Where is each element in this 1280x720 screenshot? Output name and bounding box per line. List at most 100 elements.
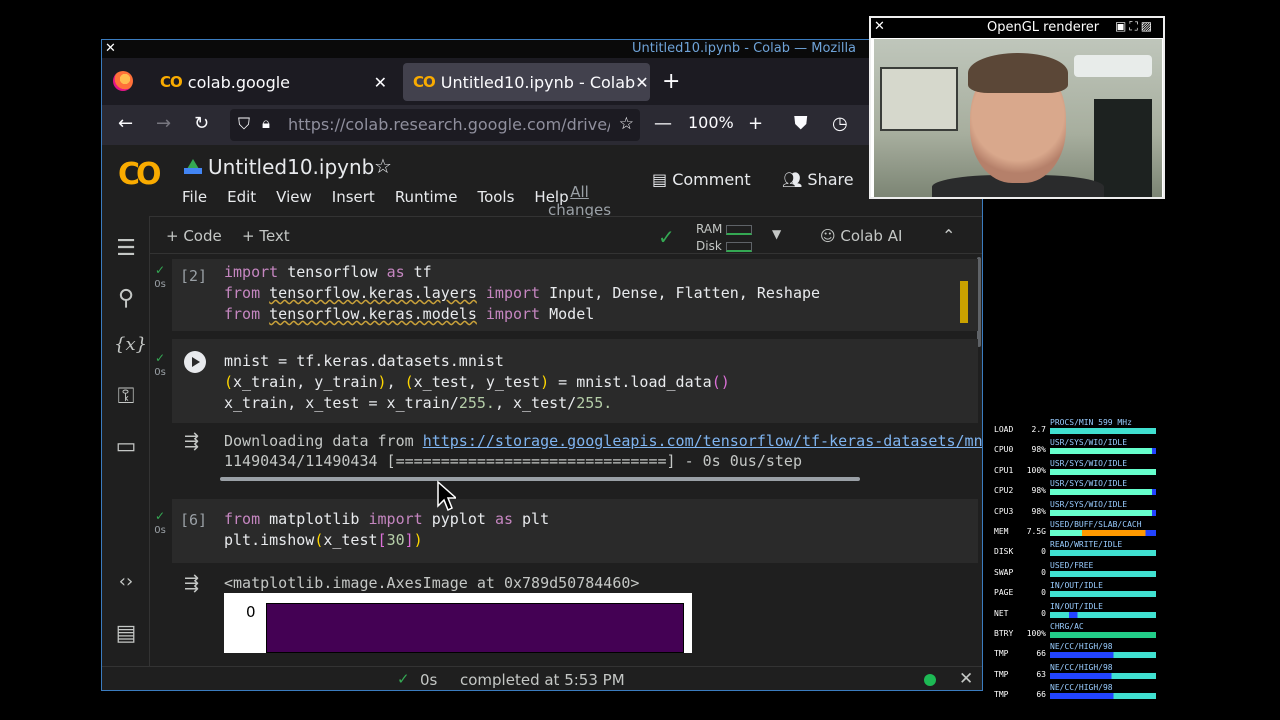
monitor-bar <box>1050 652 1156 659</box>
code-editor[interactable]: mnist = tf.keras.datasets.mnist (x_train… <box>224 351 730 414</box>
code-editor[interactable]: import tensorflow as tf from tensorflow.… <box>224 262 820 325</box>
air-conditioner <box>1074 55 1152 77</box>
monitor-bar <box>1050 489 1156 496</box>
comment-button[interactable]: ▤ Comment <box>652 170 751 189</box>
code-cell[interactable]: ✓ 0s mnist = tf.keras.datasets.mnist (x_… <box>154 339 978 423</box>
monitor-row: PAGE 0 IN/OUT/IDLE <box>990 581 1160 601</box>
menu-runtime[interactable]: Runtime <box>395 188 458 206</box>
status-duration: 0s <box>420 671 438 689</box>
forward-arrow-icon[interactable]: → <box>156 113 171 135</box>
collapse-chevron-icon[interactable]: ⌃ <box>942 226 955 245</box>
shield-icon[interactable]: ⛉ <box>238 114 250 134</box>
execution-count: [6] <box>180 511 208 529</box>
folder-icon[interactable]: ▭ <box>114 434 138 459</box>
colab-logo[interactable]: CO <box>118 157 161 192</box>
output-scrollbar[interactable] <box>220 477 860 481</box>
monitor-header: NE/CC/HIGH/98 <box>1050 662 1113 672</box>
tab-label: colab.google <box>187 72 291 92</box>
key-icon[interactable]: ⚿ <box>114 384 138 409</box>
menu-insert[interactable]: Insert <box>332 188 375 206</box>
monitor-row: CPU2 98% USR/SYS/WIO/IDLE <box>990 479 1160 499</box>
left-sidebar: ☰ ⚲ {x} ⚿ ▭ ‹› ▤ <box>102 216 150 666</box>
menu-view[interactable]: View <box>276 188 312 206</box>
code-cell[interactable]: ✓ 0s [2] import tensorflow as tf from te… <box>154 259 978 331</box>
star-icon[interactable]: ☆ <box>374 154 392 178</box>
firefox-icon[interactable] <box>113 71 133 91</box>
status-close-icon[interactable]: ✕ <box>959 669 973 689</box>
share-button[interactable]: 👥︎ Share <box>782 170 854 189</box>
search-icon[interactable]: ⚲ <box>114 286 138 311</box>
output-toggle-icon[interactable]: ⇶ <box>184 431 199 452</box>
code-cell[interactable]: ✓ 0s [6] from matplotlib import pyplot a… <box>154 499 978 563</box>
output-toggle-icon[interactable]: ⇶ <box>184 573 199 594</box>
variables-icon[interactable]: {x} <box>114 334 147 355</box>
monitor-header: USR/SYS/WIO/IDLE <box>1050 499 1128 509</box>
monitor-value: 0 <box>1041 608 1046 618</box>
monitor-bar <box>1050 632 1156 638</box>
code-line: plt.imshow(x_test[30]) <box>224 531 423 549</box>
imshow-axes <box>266 603 684 653</box>
tab-untitled10[interactable]: CO Untitled10.ipynb - Colab ✕ <box>403 63 650 101</box>
monitor-header: READ/WRITE/IDLE <box>1050 540 1123 550</box>
connection-indicator <box>924 674 936 686</box>
person-hair <box>968 53 1068 93</box>
monitor-header: PROCS/MIN 599 MHz <box>1050 418 1132 427</box>
code-editor[interactable]: from matplotlib import pyplot as plt plt… <box>224 509 549 551</box>
monitor-value: 98% <box>1031 445 1046 455</box>
new-tab-button[interactable]: + <box>662 69 680 94</box>
zoom-level[interactable]: 100% <box>688 113 734 132</box>
colab-icon: CO <box>160 73 183 91</box>
monitor-bar <box>1050 428 1156 434</box>
notebook-title[interactable]: Untitled10.ipynb <box>208 155 374 179</box>
terminal-icon[interactable]: ▤ <box>114 621 138 646</box>
dataset-link[interactable]: https://storage.googleapis.com/tensorflo… <box>423 432 982 450</box>
webcam-close-icon[interactable]: ✕ <box>874 19 885 34</box>
window-controls-icon[interactable]: ▣⛶▨ <box>1115 19 1155 34</box>
window-title: Untitled10.ipynb - Colab — Mozilla <box>632 41 857 56</box>
zoom-out-button[interactable]: — <box>654 113 672 135</box>
add-code-button[interactable]: + Code <box>166 227 222 245</box>
webcam-title: OpenGL renderer <box>987 20 1100 35</box>
output-prefix: Downloading data from <box>224 432 423 450</box>
resource-monitor[interactable]: RAM Disk <box>696 221 753 255</box>
disk-meter <box>725 241 752 252</box>
webcam-window: ✕ OpenGL renderer ▣⛶▨ <box>869 16 1165 199</box>
lock-icon[interactable]: 🔒︎ <box>262 114 270 132</box>
history-icon[interactable]: ◷ <box>832 113 848 135</box>
menu-edit[interactable]: Edit <box>227 188 256 206</box>
run-cell-button[interactable] <box>184 351 206 373</box>
notebook-toolbar: + Code + Text ✓ RAM Disk ▼ ☺ Colab AI ⌃ <box>150 216 982 255</box>
reload-icon[interactable]: ↻ <box>194 113 209 135</box>
browser-window: ✕ Untitled10.ipynb - Colab — Mozilla CO … <box>101 39 983 691</box>
window-close-icon[interactable]: ✕ <box>105 41 116 56</box>
monitor-bar <box>1050 468 1156 475</box>
bookmark-star-icon[interactable]: ☆ <box>619 114 634 134</box>
tab-close-icon[interactable]: ✕ <box>635 73 648 92</box>
google-drive-icon[interactable] <box>184 159 202 174</box>
table-of-contents-icon[interactable]: ☰ <box>114 236 138 261</box>
monitor-row: MEM 7.5G USED/BUFF/SLAB/CACH <box>990 520 1160 540</box>
colab-ai-button[interactable]: ☺ Colab AI <box>820 227 902 245</box>
menu-tools[interactable]: Tools <box>477 188 514 206</box>
code-snippets-icon[interactable]: ‹› <box>114 571 138 592</box>
monitor-value: 2.7 <box>1031 425 1046 434</box>
mouse-cursor-icon <box>437 480 456 512</box>
monitor-value: 7.5G <box>1026 527 1046 536</box>
url-bar[interactable]: ⛉ 🔒︎ https://colab.research.google.com/d… <box>230 109 640 141</box>
code-line: import tensorflow as tf <box>224 263 432 281</box>
add-text-button[interactable]: + Text <box>242 227 290 245</box>
tab-colab-google[interactable]: CO colab.google ✕ <box>150 63 397 101</box>
tab-close-icon[interactable]: ✕ <box>374 73 387 92</box>
back-arrow-icon[interactable]: ← <box>118 113 133 135</box>
monitor-row: NET 0 IN/OUT/IDLE <box>990 602 1160 622</box>
url-text[interactable]: https://colab.research.google.com/drive/ <box>288 115 610 134</box>
runtime-dropdown-icon[interactable]: ▼ <box>772 227 781 241</box>
all-changes-link[interactable]: All changes <box>548 183 611 219</box>
share-label: Share <box>807 170 854 189</box>
monitor-value: 0 <box>1041 588 1046 598</box>
menu-file[interactable]: File <box>182 188 207 206</box>
zoom-in-button[interactable]: + <box>748 113 763 135</box>
monitor-value: 63 <box>1036 669 1046 679</box>
pocket-icon[interactable]: ⛊ <box>794 113 808 135</box>
monitor-value: 66 <box>1036 649 1046 659</box>
